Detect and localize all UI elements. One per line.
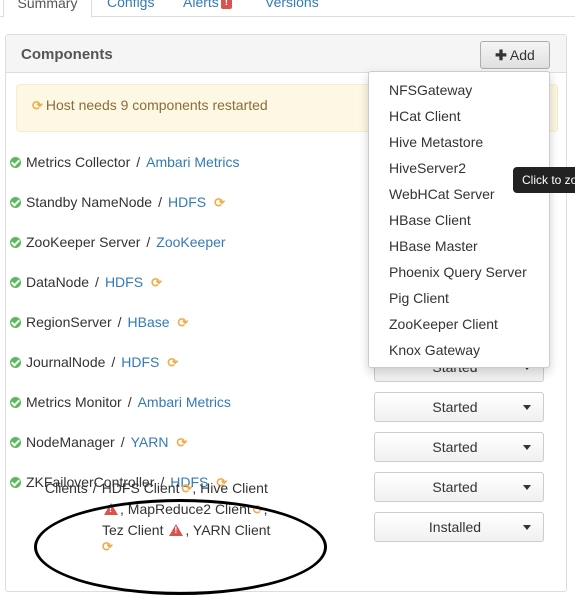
caret-down-icon bbox=[523, 485, 531, 490]
panel-title: Components bbox=[21, 46, 113, 63]
component-row: Metrics Collector / Ambari Metrics bbox=[10, 151, 240, 173]
separator: / bbox=[127, 394, 132, 410]
client-yarn: YARN Client bbox=[192, 522, 271, 538]
client-mapreduce: MapReduce2 Client bbox=[127, 501, 251, 517]
tab-configs-label: Configs bbox=[107, 0, 155, 10]
check-circle-icon bbox=[10, 317, 21, 328]
alerts-badge: ! bbox=[220, 0, 233, 9]
component-name: Metrics Collector bbox=[26, 154, 131, 170]
refresh-icon: ⟳ bbox=[167, 355, 179, 370]
component-row: NodeManager / YARN ⟳ bbox=[10, 431, 187, 453]
component-name: NodeManager bbox=[26, 434, 115, 450]
status-label: Started bbox=[432, 399, 478, 415]
refresh-icon: ⟳ bbox=[102, 539, 113, 554]
tab-alerts[interactable]: Alerts! bbox=[171, 0, 244, 17]
menu-item-nfsgateway[interactable]: NFSGateway bbox=[369, 77, 549, 103]
panel-heading: Components ✚ Add bbox=[6, 35, 566, 73]
refresh-icon: ⟳ bbox=[177, 315, 189, 330]
check-circle-icon bbox=[10, 237, 21, 248]
component-name: DataNode bbox=[26, 274, 90, 290]
clients-status-button[interactable]: Installed bbox=[374, 512, 544, 542]
menu-item-hbase-client[interactable]: HBase Client bbox=[369, 207, 549, 233]
caret-down-icon bbox=[523, 445, 531, 450]
tooltip: Click to zoom bbox=[513, 167, 575, 193]
tab-summary-label: Summary bbox=[17, 0, 78, 11]
service-link[interactable]: Ambari Metrics bbox=[138, 394, 231, 410]
component-name: Standby NameNode bbox=[26, 194, 153, 210]
service-link[interactable]: Ambari Metrics bbox=[146, 154, 239, 170]
caret-down-icon bbox=[523, 525, 531, 530]
tab-configs[interactable]: Configs bbox=[95, 0, 166, 17]
warning-icon bbox=[169, 524, 184, 536]
component-row: JournalNode / HDFS ⟳ bbox=[10, 351, 178, 373]
tab-summary[interactable]: Summary bbox=[3, 0, 92, 18]
check-circle-icon bbox=[10, 157, 21, 168]
check-circle-icon bbox=[10, 397, 21, 408]
component-row: RegionServer / HBase ⟳ bbox=[10, 311, 188, 333]
refresh-icon: ⟳ bbox=[32, 98, 43, 113]
add-component-menu: NFSGateway HCat Client Hive Metastore Hi… bbox=[368, 71, 550, 368]
clients-label: Clients bbox=[45, 480, 88, 496]
component-row: DataNode / HDFS ⟳ bbox=[10, 271, 162, 293]
component-row: Metrics Monitor / Ambari Metrics bbox=[10, 391, 231, 413]
separator: / bbox=[111, 354, 116, 370]
status-label: Installed bbox=[428, 519, 482, 535]
service-link[interactable]: YARN bbox=[131, 434, 169, 450]
menu-item-phoenix-query-server[interactable]: Phoenix Query Server bbox=[369, 259, 549, 285]
tab-versions[interactable]: Versions bbox=[253, 0, 331, 17]
service-link[interactable]: ZooKeeper bbox=[156, 234, 225, 250]
service-link[interactable]: HDFS bbox=[168, 194, 206, 210]
menu-item-pig-client[interactable]: Pig Client bbox=[369, 285, 549, 311]
menu-item-hbase-master[interactable]: HBase Master bbox=[369, 233, 549, 259]
tab-versions-label: Versions bbox=[265, 0, 319, 10]
metrics-monitor-status-button[interactable]: Started bbox=[374, 392, 544, 422]
zkfc-status-button[interactable]: Started bbox=[374, 472, 544, 502]
check-circle-icon bbox=[10, 197, 21, 208]
separator: / bbox=[117, 314, 122, 330]
refresh-icon: ⟳ bbox=[252, 502, 264, 517]
refresh-icon: ⟳ bbox=[214, 195, 225, 210]
component-name: JournalNode bbox=[26, 354, 106, 370]
menu-item-zookeeper-client[interactable]: ZooKeeper Client bbox=[369, 311, 549, 337]
refresh-icon: ⟳ bbox=[176, 435, 188, 450]
separator: / bbox=[158, 194, 162, 210]
clients-list: Clients/HDFS Client⟳, Hive Client , MapR… bbox=[39, 478, 299, 554]
menu-item-hcat-client[interactable]: HCat Client bbox=[369, 103, 549, 129]
component-name: ZooKeeper Server bbox=[26, 234, 141, 250]
refresh-icon: ⟳ bbox=[181, 481, 193, 496]
service-link[interactable]: HDFS bbox=[121, 354, 159, 370]
check-circle-icon bbox=[10, 437, 21, 448]
refresh-icon: ⟳ bbox=[151, 275, 162, 290]
tab-alerts-label: Alerts bbox=[183, 0, 219, 10]
warning-icon bbox=[104, 503, 118, 515]
service-link[interactable]: HBase bbox=[128, 314, 170, 330]
plus-icon: ✚ bbox=[495, 47, 507, 63]
status-label: Started bbox=[432, 479, 478, 495]
status-label: Started bbox=[432, 439, 478, 455]
component-name: RegionServer bbox=[26, 314, 112, 330]
check-circle-icon bbox=[10, 477, 21, 488]
client-hdfs: HDFS Client bbox=[101, 480, 180, 496]
check-circle-icon bbox=[10, 277, 21, 288]
client-hive: Hive Client bbox=[200, 480, 268, 496]
service-link[interactable]: HDFS bbox=[105, 274, 143, 290]
separator: / bbox=[95, 274, 99, 290]
menu-item-knox-gateway[interactable]: Knox Gateway bbox=[369, 337, 549, 363]
separator: / bbox=[146, 234, 151, 250]
separator: / bbox=[120, 434, 125, 450]
separator: / bbox=[92, 480, 97, 496]
menu-item-hive-metastore[interactable]: Hive Metastore bbox=[369, 129, 549, 155]
separator: / bbox=[136, 154, 141, 170]
component-row: Standby NameNode / HDFS ⟳ bbox=[10, 191, 225, 213]
add-component-button[interactable]: ✚ Add bbox=[480, 41, 550, 69]
client-tez: Tez Client bbox=[102, 522, 164, 538]
component-name: Metrics Monitor bbox=[26, 394, 122, 410]
restart-warning-text: Host needs 9 components restarted bbox=[45, 97, 268, 113]
check-circle-icon bbox=[10, 357, 21, 368]
host-tabs: Summary Configs Alerts! Versions bbox=[0, 0, 575, 18]
nodemanager-status-button[interactable]: Started bbox=[374, 432, 544, 462]
component-row: ZooKeeper Server / ZooKeeper bbox=[10, 231, 226, 253]
add-button-label: Add bbox=[509, 47, 535, 63]
caret-down-icon bbox=[523, 405, 531, 410]
